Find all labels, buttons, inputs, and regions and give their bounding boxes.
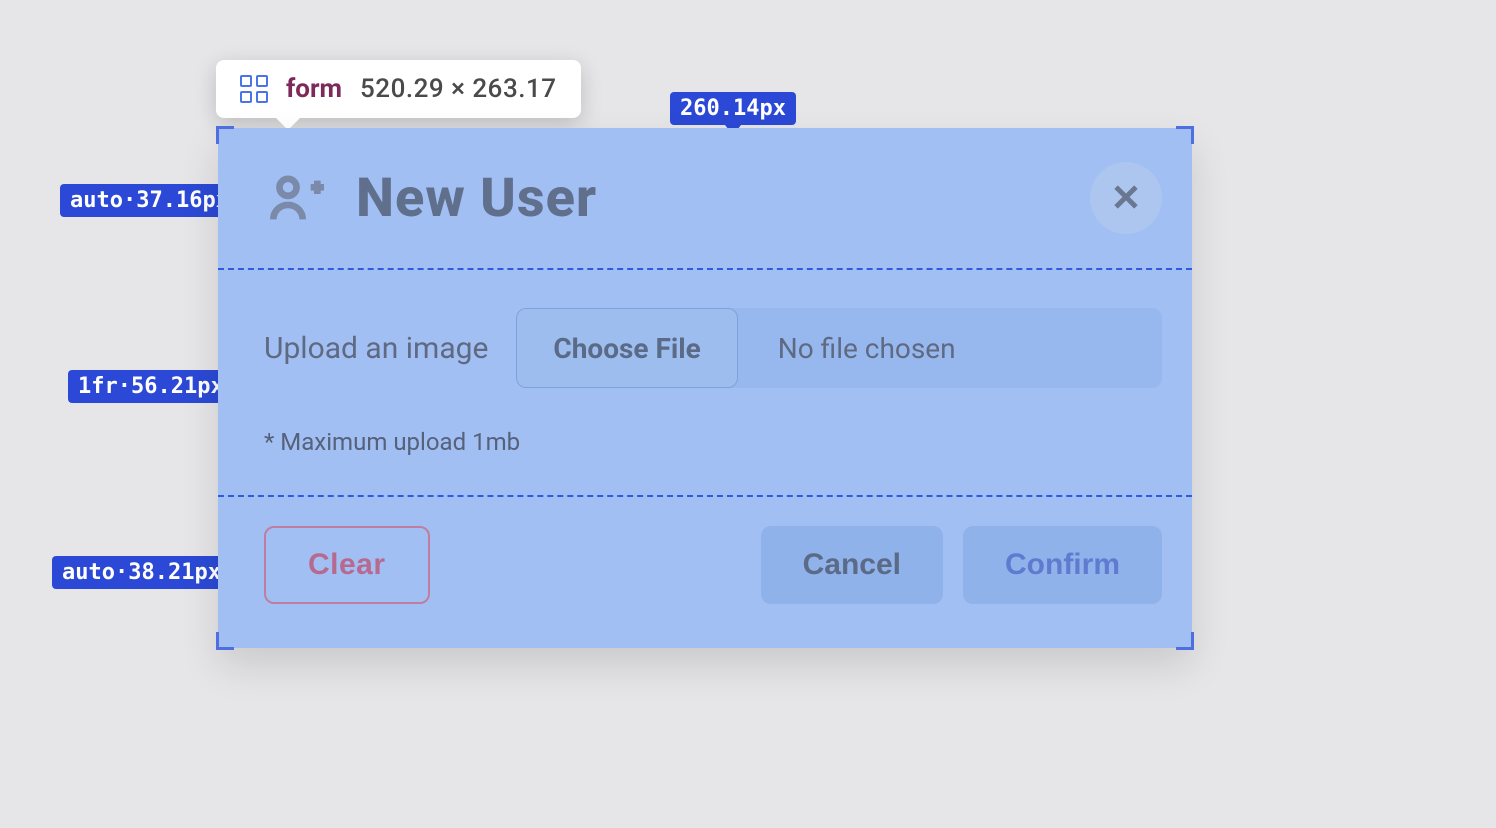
dialog-title: New User [356, 167, 1062, 230]
devtools-element-tooltip: form 520.29 × 263.17 [216, 60, 581, 118]
user-plus-icon [264, 166, 328, 230]
grid-icon [240, 75, 268, 103]
upload-hint: * Maximum upload 1mb [264, 428, 520, 456]
upload-label: Upload an image [264, 331, 488, 366]
confirm-button[interactable]: Confirm [963, 526, 1162, 604]
grid-row3-size-chip: auto·38.21px [52, 556, 231, 589]
choose-file-button[interactable]: Choose File [516, 308, 737, 388]
tooltip-element-name: form [286, 74, 342, 104]
file-status-text: No file chosen [738, 308, 1162, 388]
close-button[interactable] [1090, 162, 1162, 234]
file-input[interactable]: Choose File No file chosen [516, 308, 1162, 388]
upload-row: Upload an image Choose File No file chos… [264, 308, 1162, 388]
close-icon [1109, 180, 1143, 217]
dialog-header: New User [264, 162, 1162, 234]
dialog-footer: Clear Cancel Confirm [264, 526, 1162, 604]
grid-row2-size-chip: 1fr·56.21px [68, 370, 234, 403]
grid-column-size-chip: 260.14px [670, 92, 796, 125]
tooltip-dimensions: 520.29 × 263.17 [360, 74, 556, 104]
cancel-button[interactable]: Cancel [761, 526, 943, 604]
new-user-form: New User Upload an image Choose File No … [218, 128, 1192, 648]
clear-button[interactable]: Clear [264, 526, 430, 604]
grid-row1-size-chip: auto·37.16px [60, 184, 239, 217]
